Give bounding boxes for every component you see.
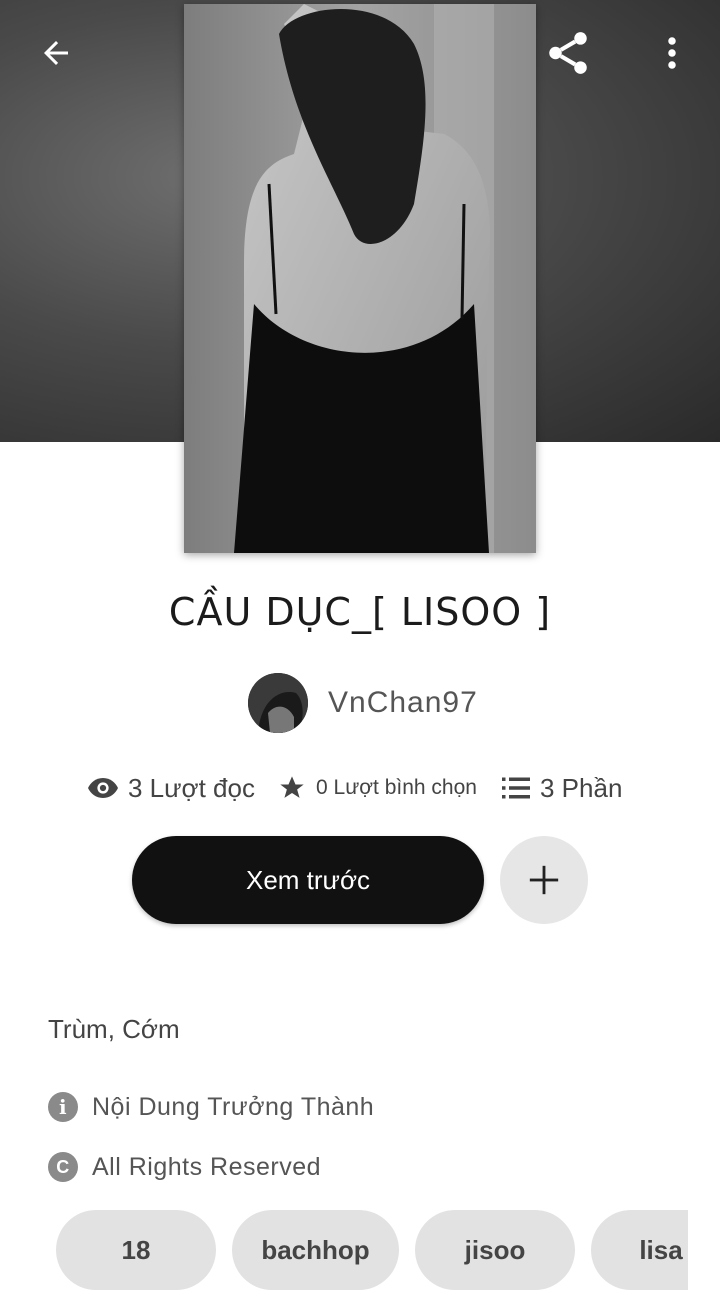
author-name: VnChan97: [328, 686, 478, 719]
parts-count: 3 Phần: [540, 772, 623, 803]
tag-chip[interactable]: lisa: [591, 1210, 688, 1290]
share-icon: [549, 32, 587, 74]
votes-stat: 0 Lượt bình chọn: [278, 774, 502, 802]
add-to-library-button[interactable]: [500, 836, 588, 924]
tag-chip[interactable]: bachhop: [232, 1210, 399, 1290]
read-preview-button[interactable]: Xem trước: [132, 836, 484, 924]
plus-icon: [529, 865, 559, 895]
tag-chip[interactable]: 18: [56, 1210, 216, 1290]
more-options-button[interactable]: [640, 24, 704, 82]
tag-chip[interactable]: jisoo: [415, 1210, 575, 1290]
back-button[interactable]: [24, 24, 88, 82]
story-stats: 3 Lượt đọc 0 Lượt bình chọn 3 Phần: [88, 766, 648, 810]
list-icon: [502, 777, 530, 799]
reads-stat: 3 Lượt đọc: [88, 773, 278, 804]
book-cover: [184, 4, 536, 553]
eye-icon: [88, 778, 118, 798]
votes-count: 0 Lượt bình chọn: [316, 776, 477, 799]
reads-count: 3 Lượt đọc: [128, 772, 255, 803]
share-button[interactable]: [536, 24, 600, 82]
mature-content-label: Nội Dung Trưởng Thành: [92, 1092, 375, 1121]
author-link[interactable]: VnChan97: [248, 672, 478, 734]
avatar: [248, 673, 308, 733]
more-vertical-icon: [668, 37, 676, 69]
parts-stat: 3 Phần: [502, 773, 622, 804]
mature-content-row: i Nội Dung Trưởng Thành: [48, 1092, 374, 1122]
story-description: Trùm, Cớm: [48, 1014, 180, 1044]
copyright-row: C All Rights Reserved: [48, 1152, 321, 1182]
tag-list: 18 bachhop jisoo lisa: [56, 1210, 688, 1290]
story-title: CẦU DỤC_[ LISOO ]: [168, 590, 552, 634]
star-icon: [280, 776, 304, 798]
info-icon: i: [48, 1092, 78, 1122]
copyright-label: All Rights Reserved: [92, 1152, 322, 1181]
copyright-icon: C: [48, 1152, 78, 1182]
arrow-left-icon: [44, 41, 68, 65]
